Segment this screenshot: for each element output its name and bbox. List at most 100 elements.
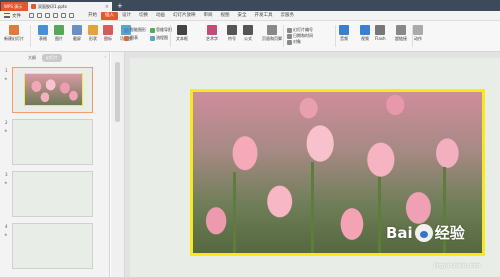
ribbon-icon-15 xyxy=(396,25,406,35)
ribbon-small-icon-4 xyxy=(287,27,292,33)
slide-thumbnail[interactable] xyxy=(12,119,93,165)
ribbon-button-11[interactable]: 页眉和页脚 xyxy=(262,25,282,42)
slide-animation-icon: ★ xyxy=(4,76,8,81)
ribbon-icon-5 xyxy=(103,25,113,35)
ribbon-icon-14 xyxy=(375,25,386,35)
thumbnail-picture xyxy=(24,73,83,106)
ribbon-small-icon-2 xyxy=(150,27,155,33)
ribbon-label-12: 音频 xyxy=(340,36,348,41)
ribbon-small-button-2[interactable]: 思维导图 xyxy=(150,27,172,33)
ribbon-label-14: Flash xyxy=(375,36,386,41)
panel-tab-1[interactable]: 幻灯片 xyxy=(42,54,62,62)
slide-number: 2 xyxy=(5,120,8,125)
ribbon-button-12[interactable]: 音频 xyxy=(339,25,349,42)
file-menu-label: 文件 xyxy=(12,13,21,19)
ribbon-icon-16 xyxy=(413,25,423,35)
ribbon-label-0: 新建幻灯片 xyxy=(4,36,24,41)
ribbon-button-0[interactable]: 新建幻灯片 xyxy=(4,25,24,42)
title-bar: WPS 演示 双面胶印1.pptx × + xyxy=(0,0,500,11)
flower-stem xyxy=(311,162,314,253)
menu-bar: 文件 开始 插入 设计 切换 动画 幻灯片放映 审阅 视图 安全 开发工具 云服务 xyxy=(0,11,500,21)
ribbon-button-16[interactable]: 动作 xyxy=(413,25,423,42)
ribbon-button-2[interactable]: 图片 xyxy=(54,25,64,42)
ribbon-small-button-6[interactable]: 对象 xyxy=(287,39,301,45)
file-menu[interactable]: 文件 xyxy=(0,13,25,19)
menu-tab-2[interactable]: 设计 xyxy=(118,12,135,20)
menu-tab-0[interactable]: 开始 xyxy=(84,12,101,20)
ribbon-label-9: 符号 xyxy=(228,36,236,41)
ribbon-button-9[interactable]: 符号 xyxy=(227,25,237,42)
menu-tab-5[interactable]: 幻灯片放映 xyxy=(169,12,200,20)
paw-logo-icon xyxy=(414,223,433,242)
menu-tab-3[interactable]: 切换 xyxy=(135,12,152,20)
ribbon-label-3: 截屏 xyxy=(73,36,81,41)
ribbon-icon-1 xyxy=(38,25,48,35)
ribbon-button-3[interactable]: 截屏 xyxy=(72,25,82,42)
ribbon-button-4[interactable]: 形状 xyxy=(88,25,98,42)
ribbon-button-14[interactable]: Flash xyxy=(375,25,385,41)
ribbon-button-10[interactable]: 公式 xyxy=(243,25,253,42)
scrollbar-thumb[interactable] xyxy=(115,62,120,122)
ribbon-button-8[interactable]: 艺术字 xyxy=(206,25,218,42)
ribbon-icon-8 xyxy=(207,25,217,35)
slide-number: 1 xyxy=(5,68,8,73)
new-tab-button[interactable]: + xyxy=(117,2,123,11)
slide-animation-icon: ★ xyxy=(4,128,8,133)
ribbon-button-5[interactable]: 图标 xyxy=(103,25,113,42)
document-tab[interactable]: 双面胶印1.pptx × xyxy=(28,2,112,11)
menu-tab-10[interactable]: 云服务 xyxy=(277,12,299,20)
ribbon-icon-2 xyxy=(54,25,64,35)
menu-tab-9[interactable]: 开发工具 xyxy=(251,12,277,20)
undo-icon[interactable] xyxy=(61,13,66,18)
ribbon-button-13[interactable]: 视频 xyxy=(360,25,370,42)
slide-thumbnail[interactable] xyxy=(12,171,93,217)
ribbon-icon-13 xyxy=(360,25,370,35)
menu-tab-1[interactable]: 插入 xyxy=(101,11,118,20)
close-tab-icon[interactable]: × xyxy=(105,4,109,10)
menu-tab-7[interactable]: 视图 xyxy=(217,12,234,20)
slide-thumbnail[interactable] xyxy=(12,223,93,269)
ribbon-small-icon-1 xyxy=(124,35,129,41)
ribbon-icon-0 xyxy=(9,25,19,35)
ribbon-button-1[interactable]: 表格 xyxy=(38,25,48,42)
panel-tabs: 大纲 幻灯片 xyxy=(24,54,62,62)
open-icon[interactable] xyxy=(29,13,34,18)
slide-number: 3 xyxy=(5,172,8,177)
slide-thumbnail[interactable] xyxy=(12,67,93,113)
watermark-url: jingyan.baidu.com xyxy=(434,263,481,269)
ribbon-label-7: 文本框 xyxy=(176,36,188,41)
panel-collapse-icon[interactable]: ‹ xyxy=(104,54,106,59)
slide-animation-icon: ★ xyxy=(4,232,8,237)
flower-stem xyxy=(233,172,236,253)
ribbon-small-button-1[interactable]: 图表 xyxy=(124,35,138,41)
menu-tab-6[interactable]: 审阅 xyxy=(200,12,217,20)
panel-tab-0[interactable]: 大纲 xyxy=(24,54,40,62)
menu-tab-4[interactable]: 动画 xyxy=(152,12,169,20)
redo-icon[interactable] xyxy=(69,13,74,18)
slide-number: 4 xyxy=(5,224,8,229)
menu-tab-8[interactable]: 安全 xyxy=(234,12,251,20)
panel-scrollbar[interactable] xyxy=(111,52,125,277)
quick-access-toolbar xyxy=(29,13,74,18)
ribbon-toolbar: 新建幻灯片表格图片截屏形状图标功能图文本框艺术字符号公式页眉和页脚音频视频Fla… xyxy=(0,21,500,52)
ribbon-small-icon-0 xyxy=(124,27,129,33)
ribbon-button-15[interactable]: 超链接 xyxy=(395,25,407,42)
preview-icon[interactable] xyxy=(53,13,58,18)
ribbon-small-button-3[interactable]: 流程图 xyxy=(150,35,168,41)
baidu-watermark: Bai 经验 xyxy=(386,222,465,243)
ribbon-button-7[interactable]: 文本框 xyxy=(176,25,188,42)
ribbon-separator xyxy=(283,25,284,47)
print-icon[interactable] xyxy=(45,13,50,18)
ribbon-label-4: 形状 xyxy=(89,36,97,41)
save-icon[interactable] xyxy=(37,13,42,18)
ribbon-small-icon-3 xyxy=(150,35,155,41)
ribbon-separator xyxy=(412,25,413,47)
app-tab[interactable]: WPS 演示 xyxy=(1,2,28,11)
watermark-brand: Bai xyxy=(386,223,413,242)
ribbon-icon-7 xyxy=(177,25,187,35)
ribbon-small-button-0[interactable]: 智能图形 xyxy=(124,27,146,33)
ribbon-icon-11 xyxy=(267,25,277,35)
ribbon-small-label-3: 流程图 xyxy=(156,35,168,40)
ribbon-small-icon-6 xyxy=(287,39,292,45)
ribbon-icon-3 xyxy=(72,25,82,35)
